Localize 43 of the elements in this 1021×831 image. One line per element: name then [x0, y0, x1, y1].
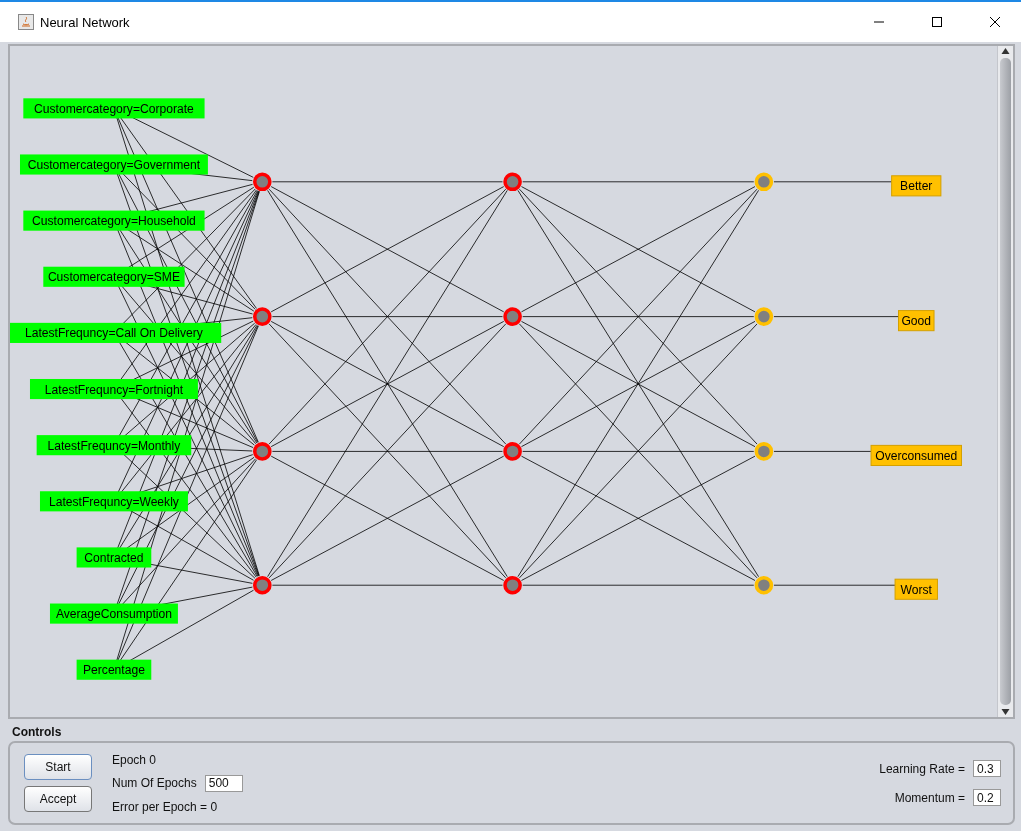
java-app-icon	[18, 14, 34, 30]
controls-heading: Controls	[12, 725, 63, 739]
output-neuron	[754, 442, 774, 461]
hidden-neuron	[252, 575, 272, 595]
hidden-neuron	[503, 307, 522, 326]
hidden-neuron	[503, 575, 522, 595]
num-epochs-label: Num Of Epochs	[112, 776, 197, 790]
output-neuron	[754, 575, 774, 595]
input-node: Customercategory=Government	[20, 154, 208, 175]
output-label: Worst	[894, 578, 938, 600]
momentum-label: Momentum =	[894, 790, 965, 805]
input-node: LatestFrequncy=Monthly	[36, 435, 192, 456]
input-node: Percentage	[76, 659, 152, 680]
input-node: AverageConsumption	[49, 603, 178, 624]
error-per-epoch-text: Error per Epoch = 0	[112, 799, 219, 814]
output-label: Good	[898, 310, 935, 332]
learning-rate-label: Learning Rate =	[879, 761, 965, 776]
output-label: Better	[891, 175, 942, 197]
output-label: Overconsumed	[870, 444, 962, 466]
epoch-text: Epoch 0	[112, 752, 158, 767]
num-epochs-field[interactable]: 500	[204, 774, 243, 792]
output-neuron	[754, 307, 774, 326]
hidden-neuron	[503, 442, 522, 461]
start-button[interactable]: Start	[24, 754, 92, 780]
maximize-icon	[931, 16, 943, 28]
close-icon	[989, 16, 1001, 28]
accept-button[interactable]: Accept	[24, 786, 92, 812]
input-node: LatestFrequncy=Fortnight	[30, 379, 198, 400]
input-node: Customercategory=Household	[23, 210, 205, 231]
down-arrow-icon[interactable]	[1001, 707, 1010, 717]
up-arrow-icon[interactable]	[1001, 46, 1010, 56]
momentum-field[interactable]: 0.2	[973, 789, 1001, 806]
input-node: LatestFrequncy=Call On Delivery	[10, 322, 222, 343]
vertical-scrollbar[interactable]	[997, 46, 1013, 717]
input-node: Customercategory=Corporate	[23, 98, 205, 119]
window-title: Neural Network	[40, 14, 131, 30]
input-node: Customercategory=SME	[43, 266, 185, 287]
hidden-neuron	[252, 307, 272, 326]
hidden-neuron	[252, 442, 272, 461]
input-node: Contracted	[76, 547, 152, 568]
input-node: LatestFrequncy=Weekly	[39, 491, 188, 512]
learning-rate-field[interactable]: 0.3	[973, 760, 1001, 777]
scrollbar-thumb[interactable]	[1000, 58, 1011, 705]
